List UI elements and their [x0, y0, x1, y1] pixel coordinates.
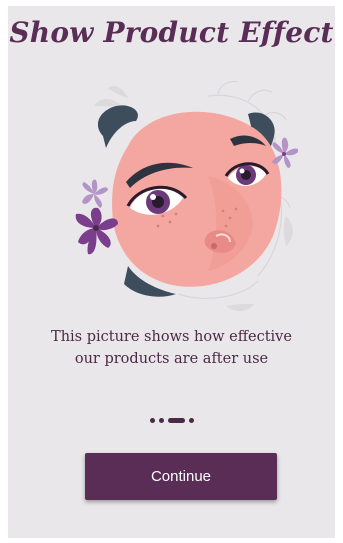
page-dot[interactable]	[158, 417, 164, 423]
page-dot[interactable]	[188, 417, 194, 423]
description-line-2: our products are after use	[74, 351, 269, 367]
page-title: Show Product Effect	[9, 16, 334, 49]
page-indicator	[8, 416, 335, 424]
face-icon	[75, 80, 299, 312]
page-dot[interactable]	[149, 417, 155, 423]
page-dot-active[interactable]	[167, 417, 185, 423]
onboarding-screen: Show Product Effect This picture shows h…	[8, 6, 335, 538]
description-text: This picture shows how effective our pro…	[8, 326, 335, 370]
woman-face-illustration	[58, 76, 299, 316]
description-line-1: This picture shows how effective	[51, 329, 292, 345]
continue-button[interactable]: Continue	[85, 453, 277, 500]
